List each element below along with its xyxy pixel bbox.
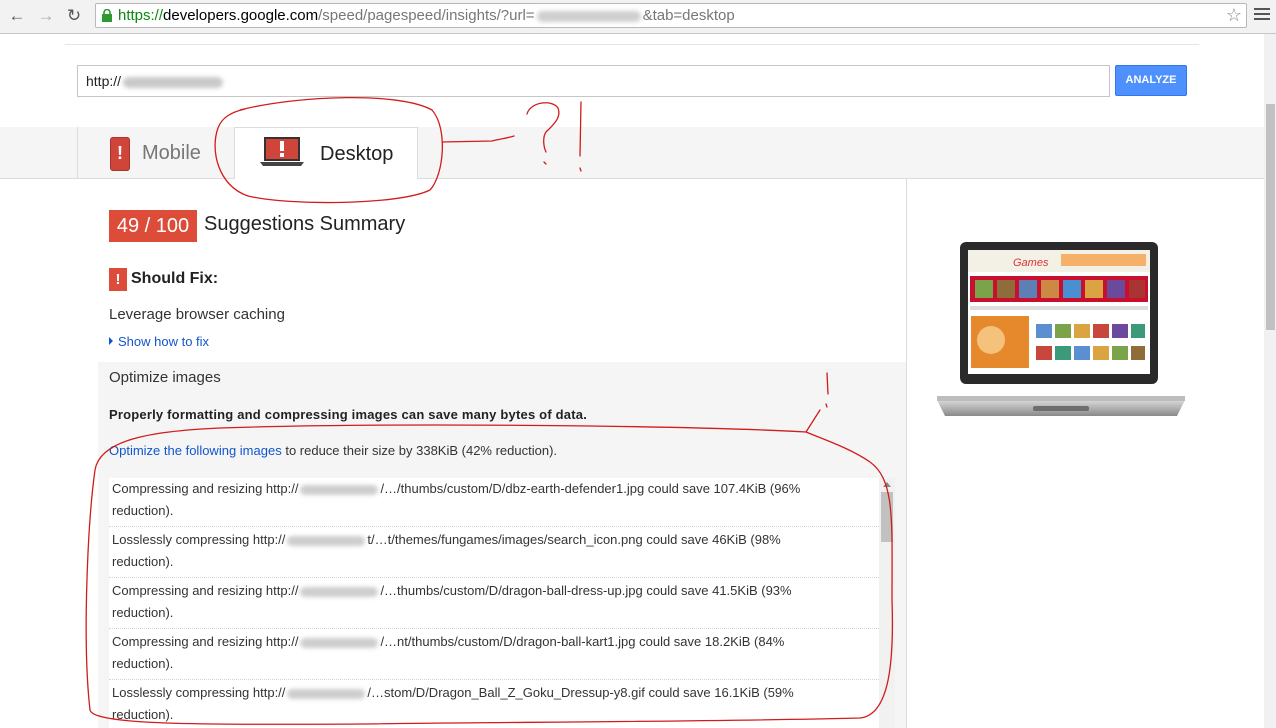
- url-text: https://developers.google.com/speed/page…: [118, 7, 735, 24]
- list-item: Losslessly compressing http://t/…t/theme…: [112, 532, 781, 569]
- divider: [109, 526, 879, 527]
- tab-desktop[interactable]: Desktop: [234, 127, 418, 179]
- rule-description: Properly formatting and compressing imag…: [109, 407, 588, 422]
- list-item: Compressing and resizing http:///…/thumb…: [112, 481, 801, 518]
- reload-icon[interactable]: ↻: [64, 6, 84, 26]
- list-scrollbar-thumb[interactable]: [881, 492, 893, 542]
- star-icon[interactable]: ☆: [1226, 5, 1242, 26]
- scroll-up-icon[interactable]: [883, 482, 891, 487]
- page-scrollbar-thumb[interactable]: [1266, 104, 1275, 330]
- phone-icon: [110, 137, 130, 171]
- forward-icon[interactable]: →: [36, 6, 56, 26]
- lock-icon: [102, 9, 112, 22]
- list-item: Compressing and resizing http:///…nt/thu…: [112, 634, 785, 671]
- url-input[interactable]: http://: [77, 65, 1110, 97]
- address-bar[interactable]: https://developers.google.com/speed/page…: [95, 3, 1247, 28]
- tab-mobile-label: Mobile: [142, 142, 201, 164]
- redacted-text: [536, 10, 641, 22]
- tab-mobile[interactable]: Mobile: [77, 127, 235, 178]
- laptop-icon: [260, 137, 304, 166]
- score-badge: 49 / 100: [109, 210, 197, 242]
- analyze-button[interactable]: ANALYZE: [1115, 65, 1187, 96]
- optimize-images-link[interactable]: Optimize the following images: [109, 443, 282, 458]
- redacted-text: [300, 586, 379, 597]
- preview-site-logo: Games: [1013, 257, 1049, 269]
- list-item: Compressing and resizing http:///…thumbs…: [112, 583, 792, 620]
- image-list[interactable]: Compressing and resizing http:///…/thumb…: [109, 478, 879, 728]
- browser-toolbar: ← → ↻ https://developers.google.com/spee…: [0, 0, 1276, 34]
- redacted-text: [300, 637, 379, 648]
- expand-arrow-icon: [109, 337, 113, 345]
- tab-desktop-label: Desktop: [320, 143, 394, 165]
- show-how-to-fix-link[interactable]: Show how to fix: [109, 334, 209, 349]
- column-divider: [906, 178, 907, 728]
- rule-browser-caching: Leverage browser caching: [109, 306, 285, 323]
- desktop-preview-image: Games: [937, 242, 1185, 416]
- rule-intro: Optimize the following images to reduce …: [109, 443, 558, 458]
- divider: [109, 628, 879, 629]
- menu-icon[interactable]: [1254, 6, 1270, 22]
- list-item: Losslessly compressing http:///…stom/D/D…: [112, 685, 794, 722]
- divider: [65, 44, 1199, 45]
- redacted-text: [123, 76, 224, 88]
- redacted-text: [287, 688, 366, 699]
- summary-title: Suggestions Summary: [204, 213, 406, 235]
- redacted-text: [300, 484, 379, 495]
- rule-optimize-images: Optimize images: [109, 369, 221, 386]
- should-fix-heading: Should Fix:: [131, 270, 219, 287]
- divider: [109, 577, 879, 578]
- warning-icon: !: [109, 268, 127, 291]
- back-icon[interactable]: ←: [7, 6, 27, 26]
- redacted-text: [287, 535, 366, 546]
- divider: [109, 679, 879, 680]
